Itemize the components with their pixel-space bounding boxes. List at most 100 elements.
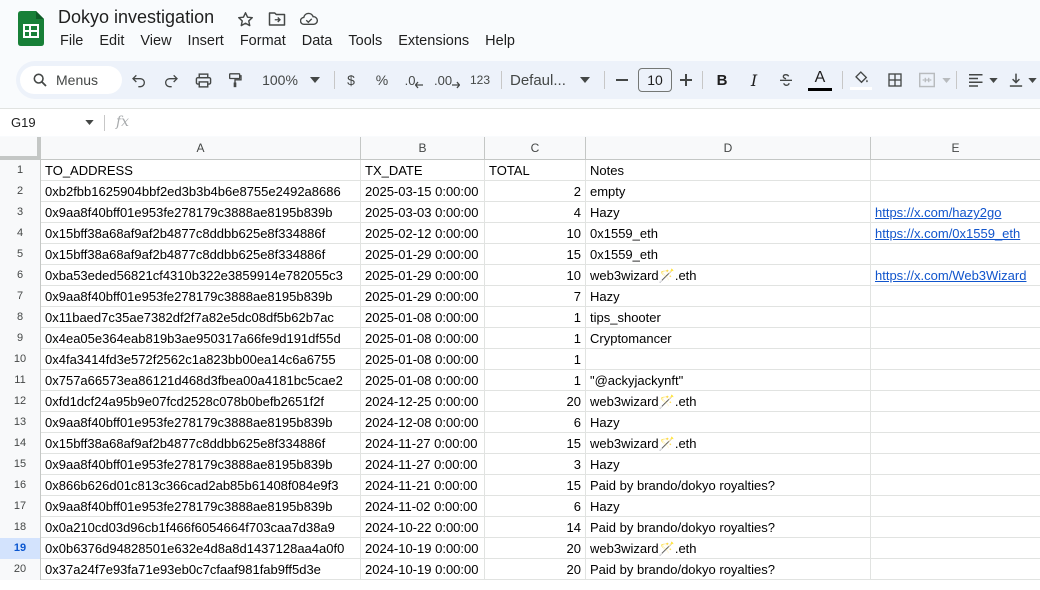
- cell-total[interactable]: 20: [485, 559, 586, 580]
- increase-decimal-button[interactable]: .00: [434, 66, 460, 94]
- cell-link[interactable]: [871, 307, 1040, 328]
- cell-total[interactable]: 14: [485, 517, 586, 538]
- cell-notes[interactable]: Paid by brando/dokyo royalties?: [586, 517, 871, 538]
- cell-tx-date[interactable]: 2025-01-29 0:00:00: [361, 244, 485, 265]
- column-header-e[interactable]: E: [871, 137, 1040, 160]
- cell-tx-date[interactable]: 2024-11-21 0:00:00: [361, 475, 485, 496]
- column-header-a[interactable]: A: [41, 137, 361, 160]
- cell-notes[interactable]: Hazy: [586, 496, 871, 517]
- text-color-button[interactable]: A: [808, 66, 832, 94]
- cell-tx-date[interactable]: 2024-11-27 0:00:00: [361, 433, 485, 454]
- cell-address[interactable]: 0x9aa8f40bff01e953fe278179c3888ae8195b83…: [41, 286, 361, 307]
- cell-notes[interactable]: Paid by brando/dokyo royalties?: [586, 475, 871, 496]
- cell-tx-date[interactable]: 2024-12-08 0:00:00: [361, 412, 485, 433]
- strikethrough-icon[interactable]: [776, 66, 796, 94]
- row-header[interactable]: 16: [0, 475, 41, 496]
- spreadsheet-grid[interactable]: A B C D E 1 TO_ADDRESS TX_DATE TOTAL Notes 2 0…: [0, 137, 1040, 590]
- cell-tx-date[interactable]: 2025-01-08 0:00:00: [361, 370, 485, 391]
- cell-link[interactable]: [871, 160, 1040, 181]
- cell-tx-date[interactable]: 2024-12-25 0:00:00: [361, 391, 485, 412]
- cell-total[interactable]: 1: [485, 328, 586, 349]
- cell-link[interactable]: [871, 370, 1040, 391]
- cell-link[interactable]: [871, 559, 1040, 580]
- row-header[interactable]: 15: [0, 454, 41, 475]
- merge-cells-icon[interactable]: [916, 66, 952, 94]
- undo-icon[interactable]: [128, 66, 150, 94]
- cell-total[interactable]: 10: [485, 265, 586, 286]
- cell-address[interactable]: 0x9aa8f40bff01e953fe278179c3888ae8195b83…: [41, 202, 361, 223]
- italic-button[interactable]: I: [744, 66, 764, 94]
- profile-link[interactable]: https://x.com/hazy2go: [875, 205, 1001, 220]
- menu-view[interactable]: View: [132, 32, 179, 50]
- cell-total[interactable]: 1: [485, 307, 586, 328]
- cell-link[interactable]: [871, 244, 1040, 265]
- cell-notes[interactable]: [586, 349, 871, 370]
- cell-address[interactable]: 0x9aa8f40bff01e953fe278179c3888ae8195b83…: [41, 496, 361, 517]
- menu-edit[interactable]: Edit: [91, 32, 132, 50]
- cell-notes[interactable]: web3wizard🪄.eth: [586, 391, 871, 412]
- cell-address[interactable]: 0x15bff38a68af9af2b4877c8ddbb625e8f33488…: [41, 223, 361, 244]
- cell-notes[interactable]: 0x1559_eth: [586, 223, 871, 244]
- row-header[interactable]: 11: [0, 370, 41, 391]
- cell-total[interactable]: 15: [485, 433, 586, 454]
- cell-link[interactable]: [871, 412, 1040, 433]
- cell-tx-date[interactable]: 2025-03-15 0:00:00: [361, 181, 485, 202]
- menu-tools[interactable]: Tools: [340, 32, 390, 50]
- cell-address[interactable]: 0x15bff38a68af9af2b4877c8ddbb625e8f33488…: [41, 244, 361, 265]
- cell-notes[interactable]: empty: [586, 181, 871, 202]
- cell-total[interactable]: 20: [485, 538, 586, 559]
- row-header[interactable]: 13: [0, 412, 41, 433]
- paint-format-icon[interactable]: [224, 66, 246, 94]
- cell-total[interactable]: TOTAL: [485, 160, 586, 181]
- cell-address[interactable]: 0xba53eded56821cf4310b322e3859914e782055…: [41, 265, 361, 286]
- cell-tx-date[interactable]: 2024-10-19 0:00:00: [361, 538, 485, 559]
- cell-tx-date[interactable]: 2024-11-02 0:00:00: [361, 496, 485, 517]
- cell-address[interactable]: 0x15bff38a68af9af2b4877c8ddbb625e8f33488…: [41, 433, 361, 454]
- cell-link[interactable]: [871, 475, 1040, 496]
- row-header[interactable]: 20: [0, 559, 41, 580]
- cell-total[interactable]: 6: [485, 412, 586, 433]
- decrease-decimal-button[interactable]: .0: [402, 66, 426, 94]
- cell-address[interactable]: 0x0a210cd03d96cb1f466f6054664f703caa7d38…: [41, 517, 361, 538]
- horizontal-align-icon[interactable]: [966, 66, 1000, 94]
- cell-link[interactable]: [871, 286, 1040, 307]
- borders-icon[interactable]: [884, 66, 906, 94]
- cell-notes[interactable]: web3wizard🪄.eth: [586, 538, 871, 559]
- number-format-button[interactable]: 123: [468, 66, 492, 94]
- menu-help[interactable]: Help: [477, 32, 523, 50]
- cell-total[interactable]: 7: [485, 286, 586, 307]
- print-icon[interactable]: [192, 66, 214, 94]
- cell-notes[interactable]: Hazy: [586, 202, 871, 223]
- cell-total[interactable]: 15: [485, 475, 586, 496]
- star-icon[interactable]: [236, 10, 254, 28]
- column-header-b[interactable]: B: [361, 137, 485, 160]
- cell-tx-date[interactable]: 2025-01-29 0:00:00: [361, 286, 485, 307]
- row-header[interactable]: 4: [0, 223, 41, 244]
- select-all-corner[interactable]: [0, 137, 41, 160]
- row-header[interactable]: 19: [0, 538, 41, 559]
- cell-tx-date[interactable]: 2024-11-27 0:00:00: [361, 454, 485, 475]
- font-size-input[interactable]: 10: [638, 68, 672, 92]
- cell-notes[interactable]: web3wizard🪄.eth: [586, 265, 871, 286]
- row-header[interactable]: 2: [0, 181, 41, 202]
- row-header[interactable]: 6: [0, 265, 41, 286]
- cell-address[interactable]: 0x9aa8f40bff01e953fe278179c3888ae8195b83…: [41, 454, 361, 475]
- column-header-c[interactable]: C: [485, 137, 586, 160]
- cell-address[interactable]: TO_ADDRESS: [41, 160, 361, 181]
- cell-total[interactable]: 1: [485, 370, 586, 391]
- cell-total[interactable]: 15: [485, 244, 586, 265]
- cloud-saved-icon[interactable]: [300, 10, 318, 28]
- cell-tx-date[interactable]: 2024-10-19 0:00:00: [361, 559, 485, 580]
- cell-total[interactable]: 2: [485, 181, 586, 202]
- row-header[interactable]: 8: [0, 307, 41, 328]
- cell-tx-date[interactable]: 2025-02-12 0:00:00: [361, 223, 485, 244]
- cell-notes[interactable]: Hazy: [586, 454, 871, 475]
- move-folder-icon[interactable]: [268, 10, 286, 28]
- increase-font-size-icon[interactable]: [678, 66, 694, 94]
- cell-link[interactable]: [871, 454, 1040, 475]
- cell-notes[interactable]: "@ackyjackynft": [586, 370, 871, 391]
- cell-link[interactable]: [871, 181, 1040, 202]
- row-header[interactable]: 17: [0, 496, 41, 517]
- cell-notes[interactable]: Notes: [586, 160, 871, 181]
- row-header[interactable]: 12: [0, 391, 41, 412]
